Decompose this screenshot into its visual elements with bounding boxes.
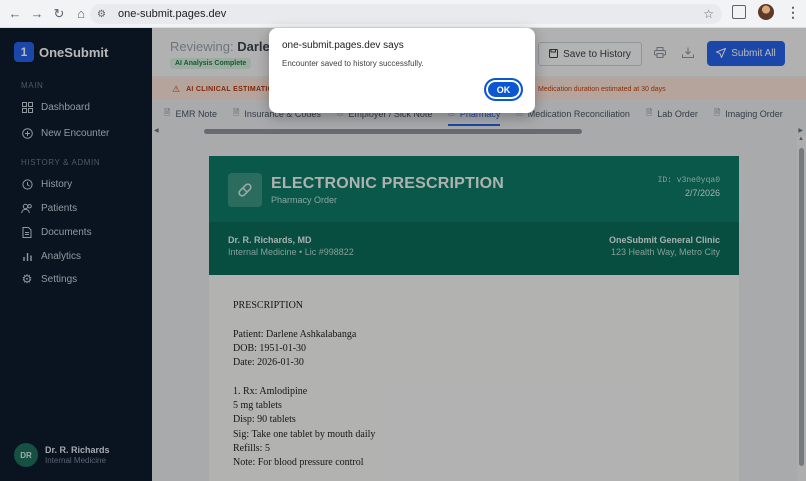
forward-icon[interactable]: → [27, 4, 47, 24]
dialog-title: one-submit.pages.dev says [282, 40, 404, 51]
ok-button[interactable]: OK [484, 78, 523, 101]
dialog-message: Encounter saved to history successfully. [282, 59, 424, 68]
reload-icon[interactable]: ↻ [49, 4, 69, 24]
profile-avatar[interactable] [758, 4, 774, 20]
extensions-icon[interactable] [732, 5, 746, 19]
bookmark-star-icon[interactable]: ☆ [703, 7, 714, 21]
home-icon[interactable]: ⌂ [71, 4, 91, 24]
back-icon[interactable]: ← [5, 4, 25, 24]
site-settings-icon[interactable]: ⚙ [97, 9, 111, 20]
alert-dialog: one-submit.pages.dev says Encounter save… [269, 28, 535, 113]
address-bar[interactable]: ⚙ one-submit.pages.dev ☆ [90, 4, 722, 24]
browser-menu-icon[interactable]: ⋮ [786, 5, 800, 19]
browser-toolbar: ← → ↻ ⌂ ⚙ one-submit.pages.dev ☆ ⋮ [0, 0, 806, 28]
url-text: one-submit.pages.dev [118, 8, 227, 20]
